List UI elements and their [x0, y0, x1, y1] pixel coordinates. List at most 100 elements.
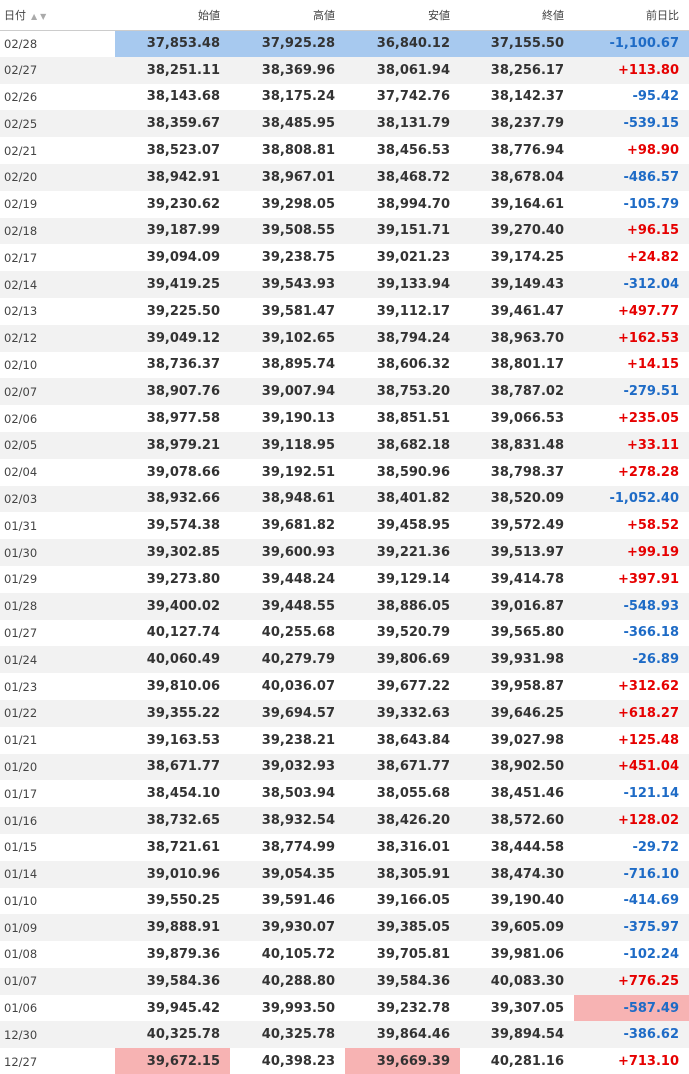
- date-column-header[interactable]: 日付 ▲▼: [0, 0, 115, 31]
- open-cell: 38,454.10: [146, 786, 220, 802]
- close-cell: 38,678.04: [460, 163, 574, 191]
- sort-icons[interactable]: ▲▼: [31, 12, 49, 21]
- table-row[interactable]: 12/27 39,672.15 40,398.23 39,669.39 40,281.1…: [0, 1048, 689, 1074]
- table-row[interactable]: 01/10 39,550.25 39,591.46 39,166.05 39,190.4…: [0, 888, 689, 915]
- date-cell: 01/08: [4, 947, 38, 962]
- table-row[interactable]: 02/05 38,979.21 39,118.95 38,682.18 38,831.4…: [0, 431, 689, 459]
- table-row[interactable]: 02/12 39,049.12 39,102.65 38,794.24 38,963.7…: [0, 324, 689, 352]
- open-cell: 39,400.02: [115, 592, 230, 620]
- table-row[interactable]: 02/17 39,094.09 39,238.75 39,021.23 39,174.2…: [0, 244, 689, 271]
- low-cell: 38,456.53: [376, 143, 450, 159]
- high-cell: 38,774.99: [261, 839, 335, 855]
- change-cell: -386.62: [574, 1021, 689, 1049]
- table-row[interactable]: 01/23 39,810.06 40,036.07 39,677.22 39,958.8…: [0, 673, 689, 700]
- low-cell: 36,840.12: [345, 30, 460, 57]
- open-cell: 38,979.21: [115, 431, 230, 459]
- table-row[interactable]: 02/27 38,251.11 38,369.96 38,061.94 38,256.1…: [0, 56, 689, 84]
- date-cell: 02/18: [0, 217, 115, 245]
- low-column-header[interactable]: 安値: [345, 0, 460, 31]
- table-row[interactable]: 01/20 38,671.77 39,032.93 38,671.77 38,902.5…: [0, 753, 689, 781]
- low-cell: 39,129.14: [376, 571, 450, 587]
- low-cell: 39,705.81: [376, 946, 450, 962]
- table-row[interactable]: 02/20 38,942.91 38,967.01 38,468.72 38,678.0…: [0, 163, 689, 191]
- open-cell: 37,853.48: [115, 30, 230, 57]
- date-cell: 01/31: [4, 518, 38, 533]
- table-row[interactable]: 12/30 40,325.78 40,325.78 39,864.46 39,894.5…: [0, 1021, 689, 1049]
- table-row[interactable]: 02/03 38,932.66 38,948.61 38,401.82 38,520.0…: [0, 485, 689, 513]
- low-cell: 38,426.20: [345, 807, 460, 834]
- table-row[interactable]: 01/31 39,574.38 39,681.82 39,458.95 39,572.4…: [0, 512, 689, 539]
- open-cell: 39,230.62: [146, 196, 220, 212]
- table-row[interactable]: 01/06 39,945.42 39,993.50 39,232.78 39,307.0…: [0, 994, 689, 1022]
- low-cell: 37,742.76: [376, 89, 450, 105]
- high-cell: 38,369.96: [230, 56, 345, 84]
- table-row[interactable]: 01/21 39,163.53 39,238.21 38,643.84 39,027.9…: [0, 727, 689, 754]
- table-row[interactable]: 02/25 38,359.67 38,485.95 38,131.79 38,237.7…: [0, 110, 689, 138]
- change-column-header[interactable]: 前日比: [574, 0, 689, 31]
- high-cell: 40,279.79: [230, 646, 345, 674]
- high-cell: 39,298.05: [261, 196, 335, 212]
- table-row[interactable]: 02/07 38,907.76 39,007.94 38,753.20 38,787.0…: [0, 378, 689, 406]
- date-cell: 02/17: [4, 250, 38, 265]
- table-row[interactable]: 02/04 39,078.66 39,192.51 38,590.96 38,798.3…: [0, 459, 689, 486]
- high-cell: 39,543.93: [230, 271, 345, 298]
- sort-descending-icon[interactable]: ▼: [40, 12, 49, 21]
- table-row[interactable]: 02/06 38,977.58 39,190.13 38,851.51 39,066.5…: [0, 405, 689, 432]
- low-cell: 39,166.05: [376, 893, 450, 909]
- close-cell: 39,164.61: [490, 196, 564, 212]
- table-row[interactable]: 02/21 38,523.07 38,808.81 38,456.53 38,776.9…: [0, 137, 689, 164]
- low-cell: 39,458.95: [376, 518, 450, 534]
- date-cell: 12/27: [4, 1054, 38, 1069]
- change-cell: -539.15: [574, 110, 689, 138]
- open-cell: 38,251.11: [115, 56, 230, 84]
- table-row[interactable]: 02/10 38,736.37 38,895.74 38,606.32 38,801.1…: [0, 352, 689, 379]
- table-row[interactable]: 02/28 37,853.48 37,925.28 36,840.12 37,155.5…: [0, 30, 689, 57]
- low-cell: 39,232.78: [376, 1000, 450, 1016]
- table-row[interactable]: 02/18 39,187.99 39,508.55 39,151.71 39,270.4…: [0, 217, 689, 245]
- high-cell: 38,175.24: [261, 89, 335, 105]
- change-cell: +58.52: [626, 518, 679, 534]
- change-cell: +278.28: [617, 464, 679, 480]
- open-column-header[interactable]: 始値: [115, 0, 230, 31]
- table-row[interactable]: 02/13 39,225.50 39,581.47 39,112.17 39,461.4…: [0, 298, 689, 325]
- open-cell: 39,672.15: [115, 1048, 230, 1074]
- change-cell: +33.11: [574, 431, 689, 459]
- low-cell: 38,131.79: [345, 110, 460, 138]
- high-cell: 39,600.93: [230, 539, 345, 566]
- high-cell: 39,694.57: [230, 699, 345, 727]
- table-row[interactable]: 01/07 39,584.36 40,288.80 39,584.36 40,083.3…: [0, 967, 689, 995]
- high-column-header[interactable]: 高値: [230, 0, 345, 31]
- high-cell: 40,398.23: [261, 1054, 335, 1070]
- sort-ascending-icon[interactable]: ▲: [31, 12, 40, 21]
- open-cell: 39,094.09: [146, 250, 220, 266]
- table-row[interactable]: 01/16 38,732.65 38,932.54 38,426.20 38,572.6…: [0, 807, 689, 834]
- date-cell: 01/07: [0, 967, 115, 995]
- table-row[interactable]: 01/24 40,060.49 40,279.79 39,806.69 39,931.9…: [0, 646, 689, 674]
- close-cell: 38,787.02: [460, 378, 574, 406]
- low-cell: 39,151.71: [345, 217, 460, 245]
- low-cell: 38,643.84: [376, 732, 450, 748]
- table-row[interactable]: 01/14 39,010.96 39,054.35 38,305.91 38,474.3…: [0, 860, 689, 888]
- close-column-header[interactable]: 終値: [460, 0, 574, 31]
- table-row[interactable]: 01/29 39,273.80 39,448.24 39,129.14 39,414.7…: [0, 566, 689, 593]
- table-row[interactable]: 01/30 39,302.85 39,600.93 39,221.36 39,513.9…: [0, 539, 689, 566]
- low-cell: 38,401.82: [345, 485, 460, 513]
- change-cell: +125.48: [617, 732, 679, 748]
- table-row[interactable]: 02/26 38,143.68 38,175.24 37,742.76 38,142.3…: [0, 84, 689, 111]
- close-cell: 39,414.78: [490, 571, 564, 587]
- table-row[interactable]: 01/22 39,355.22 39,694.57 39,332.63 39,646.2…: [0, 699, 689, 727]
- low-cell: 39,112.17: [376, 303, 450, 319]
- high-cell: 39,581.47: [261, 303, 335, 319]
- close-cell: 38,520.09: [460, 485, 574, 513]
- table-row[interactable]: 01/17 38,454.10 38,503.94 38,055.68 38,451.4…: [0, 780, 689, 807]
- change-cell: -375.97: [574, 914, 689, 942]
- table-row[interactable]: 01/28 39,400.02 39,448.55 38,886.05 39,016.8…: [0, 592, 689, 620]
- table-row[interactable]: 01/27 40,127.74 40,255.68 39,520.79 39,565.8…: [0, 620, 689, 647]
- table-row[interactable]: 01/15 38,721.61 38,774.99 38,316.01 38,444.5…: [0, 834, 689, 861]
- table-row[interactable]: 01/09 39,888.91 39,930.07 39,385.05 39,605.0…: [0, 914, 689, 942]
- table-row[interactable]: 02/14 39,419.25 39,543.93 39,133.94 39,149.4…: [0, 271, 689, 298]
- close-cell: 39,270.40: [460, 217, 574, 245]
- table-row[interactable]: 02/19 39,230.62 39,298.05 38,994.70 39,164.6…: [0, 191, 689, 218]
- open-cell: 39,879.36: [146, 946, 220, 962]
- table-row[interactable]: 01/08 39,879.36 40,105.72 39,705.81 39,981.0…: [0, 941, 689, 968]
